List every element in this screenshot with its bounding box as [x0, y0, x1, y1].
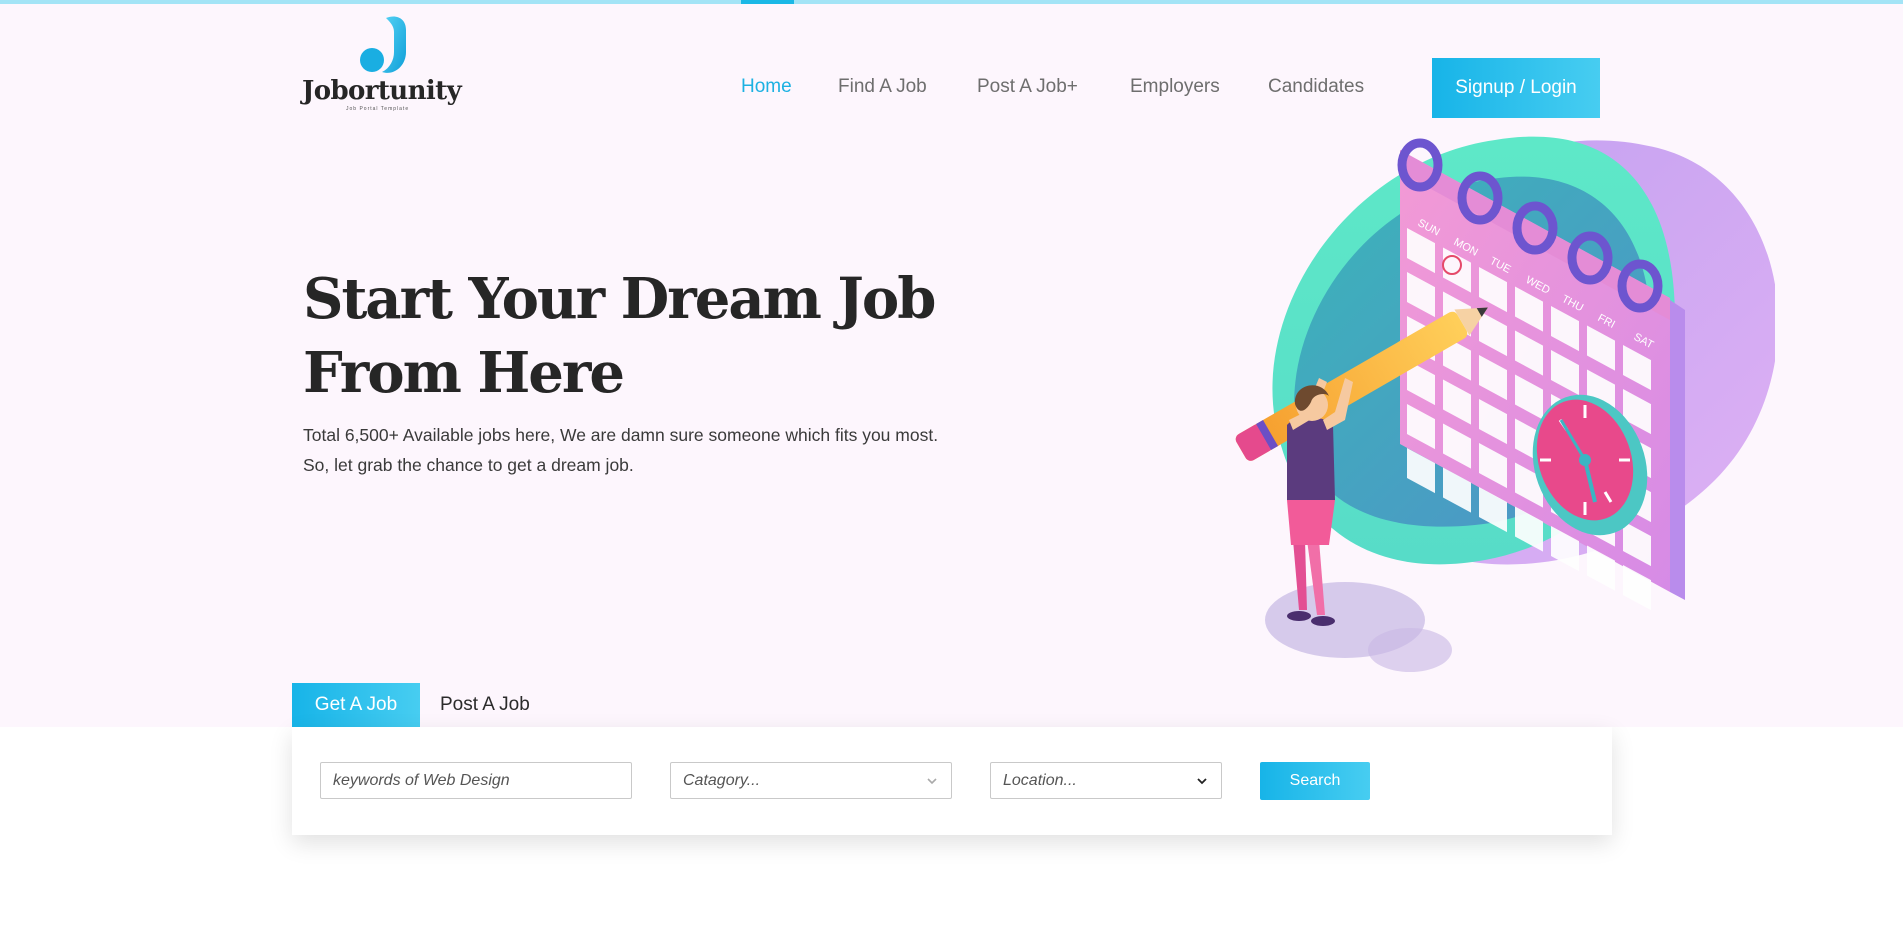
nav-item-candidates[interactable]: Candidates: [1268, 76, 1364, 98]
tab-post-a-job[interactable]: Post A Job: [440, 683, 530, 727]
nav-item-employers[interactable]: Employers: [1130, 76, 1220, 98]
logo-wordmark: Jobortunity: [302, 76, 462, 106]
signup-login-button[interactable]: Signup / Login: [1432, 58, 1600, 118]
tab-get-a-job[interactable]: Get A Job: [292, 683, 420, 727]
location-select-value: Location...: [1003, 771, 1077, 789]
nav-item-post-a-job[interactable]: Post A Job+: [977, 76, 1078, 98]
nav-active-indicator: [741, 0, 794, 4]
chevron-down-icon: [1197, 778, 1207, 785]
location-select[interactable]: Location...: [990, 762, 1222, 799]
logo[interactable]: Jobortunity Job Portal Template: [302, 14, 467, 118]
nav-item-find-a-job[interactable]: Find A Job: [838, 76, 927, 98]
hero-subtitle: Total 6,500+ Available jobs here, We are…: [303, 425, 939, 475]
top-accent-bar: [0, 0, 1903, 4]
logo-icon: [360, 16, 406, 73]
category-select-value: Catagory...: [683, 771, 761, 789]
job-search-form: Catagory... Location... Search: [292, 727, 1612, 835]
hero-title: Start Your Dream Job From Here: [303, 266, 936, 406]
hero-illustration: SUN MON TUE WED THU FRI SAT: [1235, 136, 1775, 672]
keywords-input[interactable]: [321, 763, 631, 798]
nav-item-home[interactable]: Home: [741, 76, 792, 98]
keywords-field: [320, 762, 632, 799]
search-button[interactable]: Search: [1260, 762, 1370, 800]
category-select[interactable]: Catagory...: [670, 762, 952, 799]
chevron-down-icon: [927, 778, 937, 785]
logo-tagline: Job Portal Template: [346, 106, 410, 112]
